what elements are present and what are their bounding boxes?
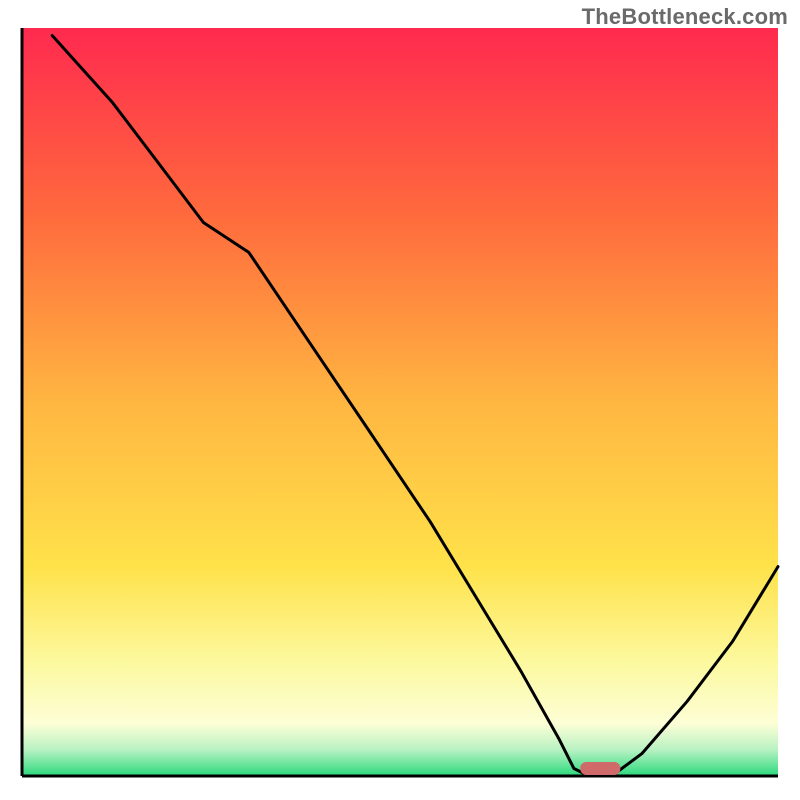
optimal-marker — [580, 762, 620, 775]
bottleneck-chart: TheBottleneck.com — [0, 0, 800, 800]
plot-background — [22, 28, 778, 776]
chart-svg — [0, 0, 800, 800]
